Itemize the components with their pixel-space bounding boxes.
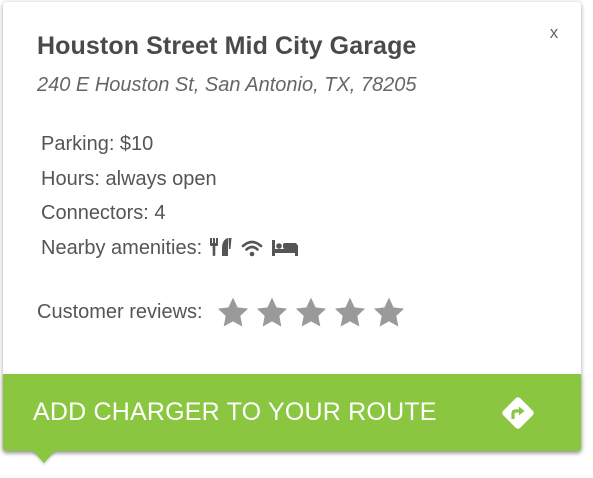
reviews-label: Customer reviews: <box>37 300 203 323</box>
star-icon[interactable] <box>216 296 250 328</box>
station-title: Houston Street Mid City Garage <box>37 32 417 60</box>
star-icon[interactable] <box>333 296 367 328</box>
amenities-icons <box>210 237 307 264</box>
star-icon[interactable] <box>372 296 406 328</box>
amenities-label: Nearby amenities: <box>41 236 203 259</box>
close-button[interactable]: x <box>543 22 565 44</box>
star-rating[interactable] <box>216 296 411 328</box>
connector-count: Connectors: 4 <box>41 202 166 224</box>
station-details: Parking: $10 Hours: always open Connecto… <box>41 131 307 269</box>
nearby-amenities: Nearby amenities: <box>41 235 307 270</box>
add-charger-label: ADD CHARGER TO YOUR ROUTE <box>33 398 437 426</box>
hotel-icon <box>272 239 299 256</box>
wifi-icon <box>241 240 263 256</box>
station-address: 240 E Houston St, San Antonio, TX, 78205 <box>37 74 417 96</box>
opening-hours: Hours: always open <box>41 167 217 190</box>
add-charger-to-route-button[interactable]: ADD CHARGER TO YOUR ROUTE <box>3 374 581 451</box>
star-icon[interactable] <box>255 296 289 328</box>
restaurant-icon <box>210 237 232 256</box>
parking-price: Parking: $10 <box>41 133 154 155</box>
card-pointer <box>32 450 56 463</box>
directions-icon <box>502 397 534 429</box>
star-icon[interactable] <box>294 296 328 328</box>
customer-reviews: Customer reviews: <box>37 296 411 328</box>
